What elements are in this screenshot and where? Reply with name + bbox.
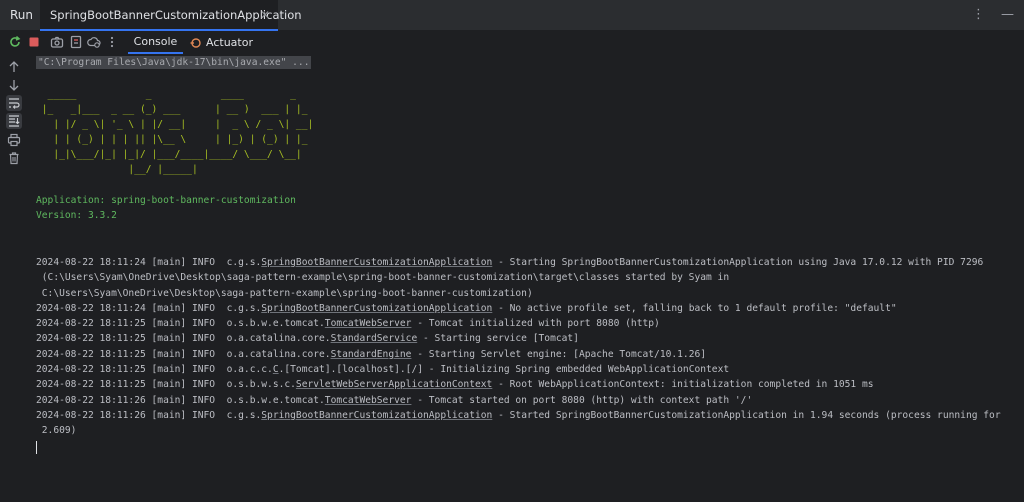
dump-threads-icon[interactable] bbox=[69, 35, 83, 49]
arrow-down-icon[interactable] bbox=[7, 78, 21, 92]
tab-console-label: Console bbox=[133, 35, 178, 48]
more-actions-icon[interactable] bbox=[105, 35, 119, 49]
class-link[interactable]: SpringBootBannerCustomizationApplication bbox=[261, 303, 492, 314]
camera-icon[interactable] bbox=[50, 35, 64, 49]
log-line: 2024-08-22 18:11:25 [main] INFO o.a.c.c.… bbox=[36, 364, 730, 375]
banner-line: |_|\___/|_| |_|/ |___/____|____/ \___/ \… bbox=[36, 149, 302, 160]
version-line: Version: 3.3.2 bbox=[36, 210, 117, 221]
rerun-icon[interactable] bbox=[8, 35, 22, 49]
class-link[interactable]: TomcatWebServer bbox=[325, 318, 412, 329]
soft-wrap-icon[interactable] bbox=[6, 95, 22, 111]
tool-window-header: Run SpringBootBannerCustomizationApplica… bbox=[0, 0, 1024, 31]
log-line: 2024-08-22 18:11:25 [main] INFO o.s.b.w.… bbox=[36, 379, 874, 390]
tab-actuator-label: Actuator bbox=[206, 36, 253, 49]
console-side-toolbar bbox=[0, 54, 28, 502]
run-toolbar: Console Actuator bbox=[0, 31, 1024, 54]
class-link[interactable]: StandardService bbox=[331, 333, 418, 344]
close-tab-icon[interactable]: ✕ bbox=[260, 8, 270, 22]
tab-console[interactable]: Console bbox=[128, 31, 183, 54]
cloud-settings-icon[interactable] bbox=[87, 35, 101, 49]
arrow-up-icon[interactable] bbox=[7, 60, 21, 74]
log-line: 2024-08-22 18:11:24 [main] INFO c.g.s.Sp… bbox=[36, 257, 984, 268]
text-cursor bbox=[36, 441, 37, 454]
run-tool-window-title: Run bbox=[10, 8, 34, 22]
banner-line: |__/ |_____| bbox=[36, 164, 314, 175]
banner-line: | |/ _ \| '_ \ | |/ __| | _ \ / _ \| __| bbox=[36, 119, 314, 130]
banner-line: _____ _ ____ _ bbox=[36, 89, 314, 100]
log-line: 2024-08-22 18:11:25 [main] INFO o.s.b.w.… bbox=[36, 318, 660, 329]
application-name-line: Application: spring-boot-banner-customiz… bbox=[36, 195, 296, 206]
class-link[interactable]: TomcatWebServer bbox=[325, 395, 412, 406]
log-line: 2024-08-22 18:11:24 [main] INFO c.g.s.Sp… bbox=[36, 303, 897, 314]
class-link[interactable]: StandardEngine bbox=[331, 349, 412, 360]
print-icon[interactable] bbox=[7, 133, 21, 147]
class-link[interactable]: ServletWebServerApplicationContext bbox=[296, 379, 492, 390]
scroll-to-end-icon[interactable] bbox=[6, 113, 22, 129]
trash-icon[interactable] bbox=[7, 151, 21, 165]
command-line: "C:\Program Files\Java\jdk-17\bin\java.e… bbox=[36, 56, 312, 69]
log-line: C:\Users\Syam\OneDrive\Desktop\saga-patt… bbox=[36, 288, 533, 299]
class-link[interactable]: SpringBootBannerCustomizationApplication bbox=[261, 257, 492, 268]
console-output[interactable]: "C:\Program Files\Java\jdk-17\bin\java.e… bbox=[28, 54, 1024, 502]
stop-icon[interactable] bbox=[27, 35, 41, 49]
actuator-icon bbox=[190, 37, 201, 48]
tab-actuator[interactable]: Actuator bbox=[190, 31, 253, 54]
minimize-icon[interactable]: — bbox=[1001, 7, 1014, 22]
log-line: 2024-08-22 18:11:25 [main] INFO o.a.cata… bbox=[36, 349, 707, 360]
class-link[interactable]: SpringBootBannerCustomizationApplication bbox=[261, 410, 492, 421]
log-line: 2.609) bbox=[36, 425, 77, 436]
banner-line: | | (_) | | | || |\__ \ | |_) | (_) | |_ bbox=[36, 134, 314, 145]
more-options-icon[interactable]: ⋮ bbox=[972, 7, 985, 22]
log-line: 2024-08-22 18:11:25 [main] INFO o.a.cata… bbox=[36, 333, 579, 344]
log-line: 2024-08-22 18:11:26 [main] INFO o.s.b.w.… bbox=[36, 395, 753, 406]
banner-line: |_ _|___ _ __ (_) ___ | __ ) ___ | |_ bbox=[36, 104, 314, 115]
run-config-tab[interactable]: SpringBootBannerCustomizationApplication… bbox=[40, 0, 302, 31]
log-line: (C:\Users\Syam\OneDrive\Desktop\saga-pat… bbox=[36, 272, 730, 283]
log-line: 2024-08-22 18:11:26 [main] INFO c.g.s.Sp… bbox=[36, 410, 1001, 421]
